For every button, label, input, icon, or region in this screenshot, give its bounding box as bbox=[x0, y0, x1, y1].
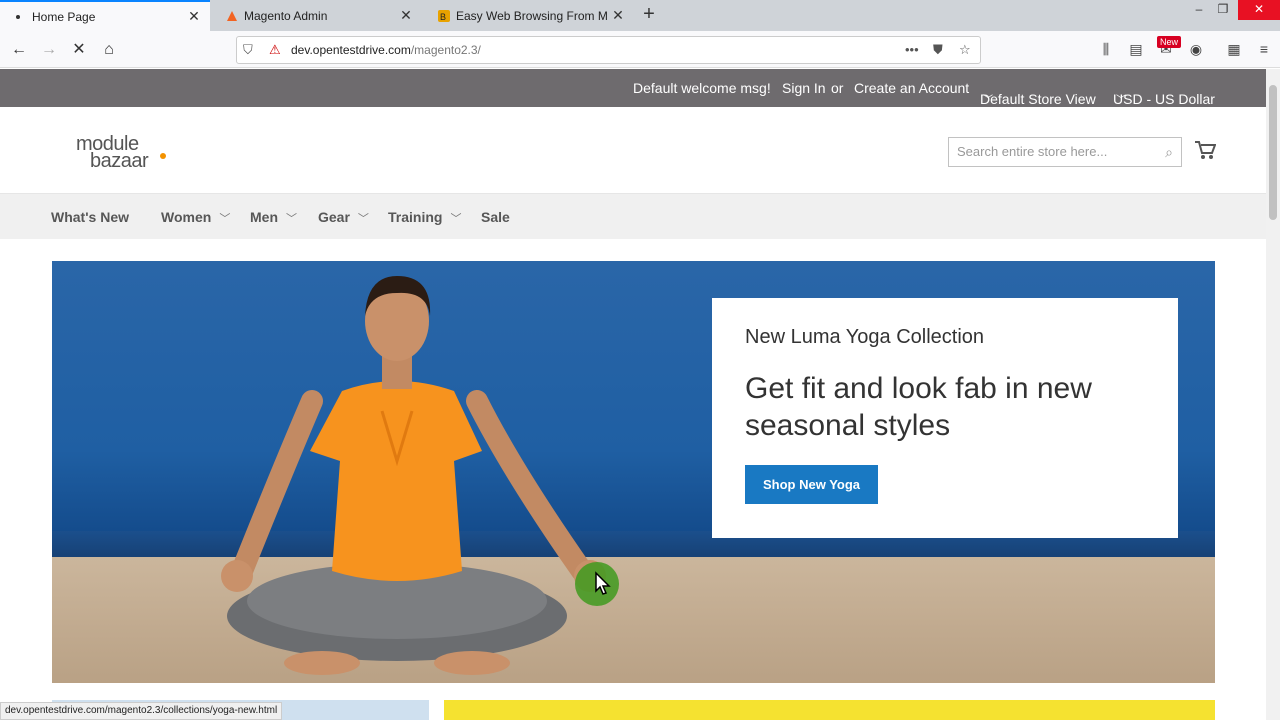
svg-text:B: B bbox=[440, 12, 446, 22]
shop-new-yoga-button[interactable]: Shop New Yoga bbox=[745, 465, 878, 504]
bookmark-star-icon[interactable]: ☆ bbox=[959, 37, 971, 63]
menu-item-label: Training bbox=[388, 209, 443, 225]
promo-block-right[interactable] bbox=[444, 700, 1215, 720]
url-host: dev.opentestdrive.com bbox=[291, 43, 411, 57]
restore-button[interactable]: ❐ bbox=[1212, 0, 1234, 20]
sidebar-icon[interactable]: ▤ bbox=[1126, 39, 1146, 59]
url-text: dev.opentestdrive.com/magento2.3/ bbox=[291, 37, 481, 63]
create-account-link[interactable]: Create an Account bbox=[854, 80, 969, 96]
or-text: or bbox=[831, 80, 844, 96]
menu-item-label: Women bbox=[161, 209, 212, 225]
promo-title: Get fit and look fab in new seasonal sty… bbox=[745, 372, 1092, 442]
new-tab-button[interactable]: + bbox=[638, 4, 660, 26]
url-bar[interactable]: ⛉ ⚠ dev.opentestdrive.com/magento2.3/ ••… bbox=[236, 36, 981, 64]
store-view-label: Default Store View bbox=[980, 91, 1096, 107]
menu-item-whats-new[interactable]: What's New bbox=[51, 209, 129, 225]
logo-text-line2: bazaar bbox=[90, 150, 149, 172]
more-actions-icon[interactable]: ••• bbox=[905, 37, 919, 63]
hero-banner[interactable]: New Luma Yoga Collection Get fit and loo… bbox=[52, 261, 1215, 683]
sign-in-link[interactable]: Sign In bbox=[782, 80, 826, 96]
currency-label: USD - US Dollar bbox=[1113, 91, 1215, 107]
magento-icon bbox=[226, 10, 238, 22]
tab-label: Easy Web Browsing From Mul bbox=[456, 8, 608, 23]
search-input[interactable]: Search entire store here... ⌕ bbox=[948, 137, 1182, 167]
chevron-down-icon: ﹀ bbox=[983, 95, 993, 106]
menu-item-label: Men bbox=[250, 209, 278, 225]
search-placeholder: Search entire store here... bbox=[957, 144, 1108, 159]
tab-label: Magento Admin bbox=[244, 8, 328, 23]
menu-item-gear[interactable]: Gear ﹀ bbox=[318, 209, 369, 226]
chevron-down-icon: ﹀ bbox=[450, 213, 462, 225]
dot-icon bbox=[14, 11, 26, 23]
shield-icon[interactable]: ⛉ bbox=[243, 37, 253, 63]
account-icon[interactable]: ◉ bbox=[1186, 39, 1206, 59]
chevron-down-icon: ﹀ bbox=[219, 213, 231, 225]
chevron-down-icon: ﹀ bbox=[357, 213, 369, 225]
window-close-button[interactable]: ✕ bbox=[1238, 0, 1280, 20]
minimize-button[interactable]: – bbox=[1188, 0, 1210, 20]
menu-item-label: What's New bbox=[51, 209, 130, 225]
tab-label: Home Page bbox=[32, 9, 96, 24]
forward-button[interactable]: → bbox=[38, 39, 60, 61]
logo-dot bbox=[160, 153, 166, 159]
insecure-lock-icon[interactable]: ⚠ bbox=[269, 37, 281, 63]
menu-icon[interactable]: ≡ bbox=[1254, 39, 1274, 59]
promo-panel: New Luma Yoga Collection Get fit and loo… bbox=[712, 298, 1178, 538]
chevron-down-icon: ﹀ bbox=[1116, 95, 1126, 106]
tab-home-page[interactable]: Home Page ✕ bbox=[0, 0, 210, 31]
cursor-highlight-icon bbox=[574, 561, 620, 607]
extensions-icon[interactable]: ▦ bbox=[1224, 39, 1244, 59]
menu-item-label: Sale bbox=[481, 209, 510, 225]
close-icon[interactable]: ✕ bbox=[396, 7, 416, 24]
chevron-down-icon: ﹀ bbox=[286, 213, 297, 225]
url-path: /magento2.3/ bbox=[410, 43, 481, 57]
yoga-woman-image bbox=[192, 271, 652, 683]
tab-bar: Home Page ✕ Magento Admin ✕ B Easy Web B… bbox=[0, 0, 1280, 31]
menu-item-training[interactable]: Training ﹀ bbox=[388, 209, 461, 226]
menu-item-sale[interactable]: Sale bbox=[481, 209, 510, 225]
tab-magento-admin[interactable]: Magento Admin ✕ bbox=[212, 0, 422, 31]
scrollbar-thumb[interactable] bbox=[1269, 85, 1277, 220]
store-logo[interactable]: module bazaar bbox=[76, 133, 168, 172]
new-badge: New bbox=[1157, 36, 1182, 48]
stop-loading-button[interactable]: ✕ bbox=[68, 39, 90, 61]
close-icon[interactable]: ✕ bbox=[608, 7, 628, 24]
menu-item-label: Gear bbox=[318, 209, 350, 225]
welcome-message: Default welcome msg! bbox=[633, 80, 771, 96]
status-url: dev.opentestdrive.com/magento2.3/collect… bbox=[0, 702, 283, 720]
main-menu: What's New Women ﹀ Men ﹀ Gear ﹀ Training ﹀ S… bbox=[0, 193, 1266, 239]
page-scrollbar[interactable] bbox=[1266, 69, 1280, 720]
menu-item-men[interactable]: Men ﹀ bbox=[250, 209, 297, 226]
web-page: Default welcome msg! Sign In or Create a… bbox=[0, 69, 1266, 720]
library-icon[interactable]: ⫼ bbox=[1096, 39, 1116, 59]
navigation-toolbar: ← → ✕ ⌂ ⛉ ⚠ dev.opentestdrive.com/magent… bbox=[0, 31, 1280, 68]
cart-icon[interactable] bbox=[1194, 139, 1217, 161]
menu-item-women[interactable]: Women ﹀ bbox=[161, 209, 230, 226]
pocket-icon[interactable]: ⛊ bbox=[933, 37, 943, 63]
search-icon[interactable]: ⌕ bbox=[1165, 138, 1173, 166]
tab-easy-web-browsing[interactable]: B Easy Web Browsing From Mul ✕ bbox=[424, 0, 634, 31]
home-icon[interactable]: ⌂ bbox=[98, 39, 120, 61]
close-icon[interactable]: ✕ bbox=[184, 8, 204, 25]
back-button[interactable]: ← bbox=[8, 39, 30, 61]
promo-kicker: New Luma Yoga Collection bbox=[745, 326, 985, 348]
header-panel: Default welcome msg! Sign In or Create a… bbox=[0, 69, 1266, 107]
ub-icon: B bbox=[438, 9, 450, 22]
